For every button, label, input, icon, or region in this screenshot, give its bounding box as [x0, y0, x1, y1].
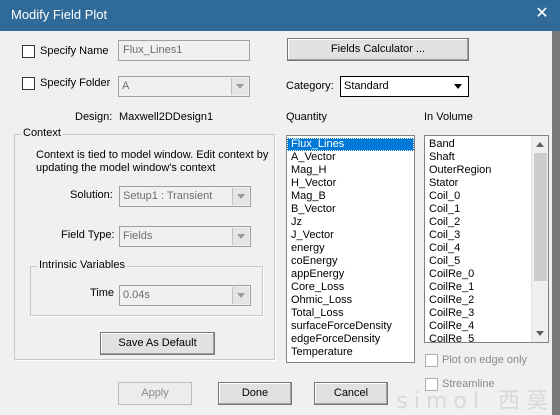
solution-combo[interactable]: Setup1 : Transient: [119, 186, 251, 207]
field-type-value: Fields: [123, 230, 153, 242]
list-item[interactable]: Ohmic_Loss: [287, 294, 414, 307]
list-item[interactable]: Jz: [287, 216, 414, 229]
scroll-thumb[interactable]: [534, 153, 547, 281]
quantity-label: Quantity: [286, 111, 327, 123]
save-as-default-button[interactable]: Save As Default: [100, 332, 215, 355]
scroll-up-icon[interactable]: [532, 136, 548, 153]
chevron-down-icon[interactable]: [232, 188, 249, 205]
in-volume-scrollbar[interactable]: [531, 136, 548, 342]
list-item[interactable]: Coil_5: [425, 255, 548, 268]
specify-name-checkbox[interactable]: [22, 45, 35, 58]
context-group-title: Context: [21, 127, 63, 139]
window-title: Modify Field Plot: [11, 7, 108, 22]
list-item[interactable]: Core_Loss: [287, 281, 414, 294]
plot-on-edge-checkbox[interactable]: [425, 354, 438, 367]
field-type-label: Field Type:: [61, 229, 115, 241]
field-type-combo[interactable]: Fields: [119, 226, 251, 247]
list-item[interactable]: Stator: [425, 177, 548, 190]
time-combo[interactable]: 0.04s: [119, 285, 251, 306]
list-item[interactable]: Shaft: [425, 151, 548, 164]
design-value: Maxwell2DDesign1: [119, 111, 214, 123]
list-item[interactable]: CoilRe_3: [425, 307, 548, 320]
title-bar: Modify Field Plot ✕: [0, 0, 560, 31]
chevron-down-icon[interactable]: [232, 287, 249, 304]
list-item[interactable]: H_Vector: [287, 177, 414, 190]
design-label: Design:: [75, 111, 113, 123]
chevron-down-icon[interactable]: [231, 78, 248, 95]
list-item[interactable]: CoilRe_2: [425, 294, 548, 307]
in-volume-label: In Volume: [424, 111, 473, 123]
list-item[interactable]: CoilRe_1: [425, 281, 548, 294]
list-item[interactable]: A_Vector: [287, 151, 414, 164]
list-item[interactable]: Band: [425, 138, 548, 151]
list-item[interactable]: J_Vector: [287, 229, 414, 242]
list-item[interactable]: Total_Loss: [287, 307, 414, 320]
cancel-button[interactable]: Cancel: [314, 382, 388, 405]
specify-folder-label: Specify Folder: [40, 77, 111, 89]
watermark: simol 西莫: [396, 389, 554, 414]
list-item[interactable]: Mag_B: [287, 190, 414, 203]
category-combo[interactable]: Standard: [340, 76, 469, 97]
fields-calculator-button[interactable]: Fields Calculator ...: [287, 38, 469, 61]
plot-on-edge-label: Plot on edge only: [442, 354, 528, 366]
list-item[interactable]: Temperature: [287, 346, 414, 359]
intrinsic-variables-group: Intrinsic Variables Time 0.04s: [30, 259, 263, 316]
intrinsic-variables-title: Intrinsic Variables: [37, 259, 127, 271]
context-description: Context is tied to model window. Edit co…: [36, 149, 269, 174]
list-item[interactable]: CoilRe_4: [425, 320, 548, 333]
chevron-down-icon[interactable]: [232, 228, 249, 245]
list-item[interactable]: energy: [287, 242, 414, 255]
context-group: Context Context is tied to model window.…: [14, 127, 275, 360]
list-item[interactable]: Coil_0: [425, 190, 548, 203]
specify-folder-value: A: [122, 80, 130, 92]
apply-button[interactable]: Apply: [118, 382, 192, 405]
modify-field-plot-dialog: Specify Name Flux_Lines1 Specify Folder …: [0, 31, 552, 415]
list-item[interactable]: Coil_1: [425, 203, 548, 216]
background-window-strip: [552, 31, 560, 415]
list-item[interactable]: B_Vector: [287, 203, 414, 216]
done-button[interactable]: Done: [218, 382, 292, 405]
solution-label: Solution:: [70, 189, 113, 201]
list-item[interactable]: Coil_2: [425, 216, 548, 229]
list-item[interactable]: Mag_H: [287, 164, 414, 177]
list-item[interactable]: Coil_3: [425, 229, 548, 242]
list-item[interactable]: CoilRe_5: [425, 333, 548, 342]
list-item[interactable]: CoilRe_0: [425, 268, 548, 281]
list-item[interactable]: Flux_Lines: [287, 138, 414, 151]
specify-name-field[interactable]: Flux_Lines1: [118, 40, 250, 61]
specify-name-label: Specify Name: [40, 45, 109, 57]
list-item[interactable]: coEnergy: [287, 255, 414, 268]
list-item[interactable]: OuterRegion: [425, 164, 548, 177]
quantity-listbox[interactable]: Flux_Lines A_Vector Mag_H H_Vector Mag_B B_Ve…: [286, 135, 415, 363]
category-label: Category:: [286, 80, 334, 92]
chevron-down-icon[interactable]: [450, 78, 467, 95]
time-label: Time: [90, 287, 115, 299]
list-item[interactable]: edgeForceDensity: [287, 333, 414, 346]
close-icon[interactable]: ✕: [530, 2, 554, 26]
solution-value: Setup1 : Transient: [123, 190, 213, 202]
time-value: 0.04s: [123, 289, 150, 301]
scroll-down-icon[interactable]: [532, 325, 548, 342]
category-value: Standard: [344, 80, 389, 92]
list-item[interactable]: appEnergy: [287, 268, 414, 281]
list-item[interactable]: Coil_4: [425, 242, 548, 255]
in-volume-listbox[interactable]: Band Shaft OuterRegion Stator Coil_0 Coil_1 Co…: [424, 135, 549, 343]
specify-folder-checkbox[interactable]: [22, 77, 35, 90]
list-item[interactable]: surfaceForceDensity: [287, 320, 414, 333]
specify-folder-combo[interactable]: A: [118, 76, 250, 97]
